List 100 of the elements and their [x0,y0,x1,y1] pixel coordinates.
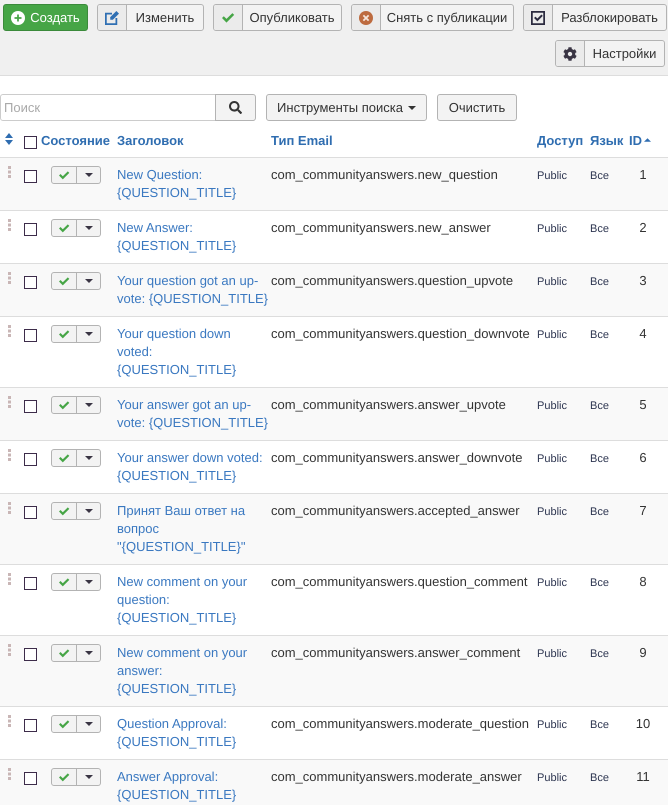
status-dropdown-button[interactable] [77,573,101,591]
drag-handle-icon[interactable] [8,573,11,585]
title-link[interactable]: New comment on your question: {QUESTION_TITLE} [117,573,270,627]
access-text: Public [537,506,567,518]
id-text: 7 [639,502,647,520]
title-link[interactable]: Your answer got an up-vote: {QUESTION_TITLE} [117,396,270,432]
sort-icon[interactable] [5,133,13,145]
settings-icon [563,46,577,60]
status-dropdown-button[interactable] [77,219,101,237]
title-link[interactable]: Your question got an up-vote: {QUESTION_TITLE} [117,272,270,308]
status-dropdown-button[interactable] [77,715,101,733]
search-button[interactable] [215,94,256,121]
language-text: Все [590,170,609,182]
drag-handle-icon[interactable] [8,715,11,727]
drag-handle-icon[interactable] [8,768,11,780]
title-link[interactable]: Question Approval: {QUESTION_TITLE} [117,715,270,751]
publish-toggle-button[interactable] [51,325,77,343]
drag-handle-icon[interactable] [8,272,11,284]
access-text: Public [537,329,567,341]
access-text: Public [537,648,567,660]
title-link[interactable]: Your answer down voted: {QUESTION_TITLE} [117,449,270,485]
row-checkbox[interactable] [24,453,37,466]
language-text: Все [590,276,609,288]
column-header-link[interactable]: Тип Email [271,132,333,150]
email-type-text: com_communityanswers.accepted_answer [271,503,520,518]
publish-toggle-button[interactable] [51,219,77,237]
email-type-text: com_communityanswers.question_upvote [271,273,514,288]
drag-handle-icon[interactable] [8,502,11,514]
publish-toggle-button[interactable] [51,573,77,591]
clear-button[interactable]: Очистить [437,94,517,121]
row-checkbox[interactable] [24,223,37,236]
publish-toggle-button[interactable] [51,166,77,184]
publish-toggle-button[interactable] [51,449,77,467]
options-button[interactable]: Настройки [555,40,665,67]
check-in-button[interactable]: Разблокировать [523,4,667,31]
language-text: Все [590,400,609,412]
row-checkbox[interactable] [24,329,37,342]
check-icon [58,506,70,516]
column-header-link[interactable]: ID [629,132,651,150]
language-text: Все [590,453,609,465]
status-dropdown-button[interactable] [77,325,101,343]
drag-handle-icon[interactable] [8,325,11,337]
row-checkbox[interactable] [24,170,37,183]
id-text: 2 [639,219,647,237]
row-checkbox[interactable] [24,276,37,289]
row-checkbox[interactable] [24,648,37,661]
publish-toggle-button[interactable] [51,396,77,414]
column-header-link[interactable]: Заголовок [117,132,184,150]
row-checkbox[interactable] [24,719,37,732]
column-header-link[interactable]: Состояние [41,132,110,150]
status-dropdown-button[interactable] [77,396,101,414]
title-link[interactable]: New Question: {QUESTION_TITLE} [117,166,270,202]
publish-toggle-button[interactable] [51,715,77,733]
title-link[interactable]: Answer Approval: {QUESTION_TITLE} [117,768,270,804]
row-checkbox[interactable] [24,400,37,413]
title-link[interactable]: Принят Ваш ответ на вопрос "{QUESTION_TITLE}" [117,502,270,556]
search-field[interactable]: Поиск [0,94,216,121]
status-dropdown-button[interactable] [77,449,101,467]
select-all-checkbox[interactable] [24,136,37,149]
drag-handle-icon[interactable] [8,396,11,408]
edit-button[interactable]: Изменить [97,4,204,31]
title-link[interactable]: New Answer: {QUESTION_TITLE} [117,219,270,255]
row-checkbox[interactable] [24,506,37,519]
publish-button[interactable]: Опубликовать [213,4,342,31]
row-checkbox[interactable] [24,772,37,785]
caret-down-icon [84,173,92,177]
language-text: Все [590,329,609,341]
status-dropdown-button[interactable] [77,272,101,290]
id-text: 3 [639,272,647,290]
check-icon [58,276,70,286]
email-type-text: com_communityanswers.new_answer [271,220,491,235]
id-text: 5 [639,396,647,414]
unpublish-button[interactable]: Снять с публикации [351,4,514,31]
access-text: Public [537,170,567,182]
publish-toggle-button[interactable] [51,272,77,290]
email-type-text: com_communityanswers.answer_upvote [271,397,506,412]
drag-handle-icon[interactable] [8,644,11,656]
status-dropdown-button[interactable] [77,166,101,184]
caret-down-icon [408,106,416,110]
status-dropdown-button[interactable] [77,768,101,786]
status-dropdown-button[interactable] [77,644,101,662]
drag-handle-icon[interactable] [8,219,11,231]
status-dropdown-button[interactable] [77,502,101,520]
check-icon [58,578,70,586]
title-link[interactable]: Your question down voted: {QUESTION_TITLE} [117,325,270,379]
check-icon [58,454,70,462]
publish-toggle-button[interactable] [51,644,77,662]
id-text: 4 [639,325,647,343]
drag-handle-icon[interactable] [8,449,11,461]
title-link[interactable]: New comment on your answer: {QUESTION_TITLE} [117,644,270,698]
caret-down-icon [84,332,92,336]
create-button[interactable]: Создать [3,4,88,31]
publish-toggle-button[interactable] [51,502,77,520]
column-header-link[interactable]: Доступ [537,132,584,150]
drag-handle-icon[interactable] [8,166,11,178]
search-tools-button[interactable]: Инструменты поиска [266,94,427,121]
publish-toggle-button[interactable] [51,768,77,786]
id-text: 1 [639,166,647,184]
row-checkbox[interactable] [24,577,37,590]
column-header-link[interactable]: Язык [590,132,624,150]
